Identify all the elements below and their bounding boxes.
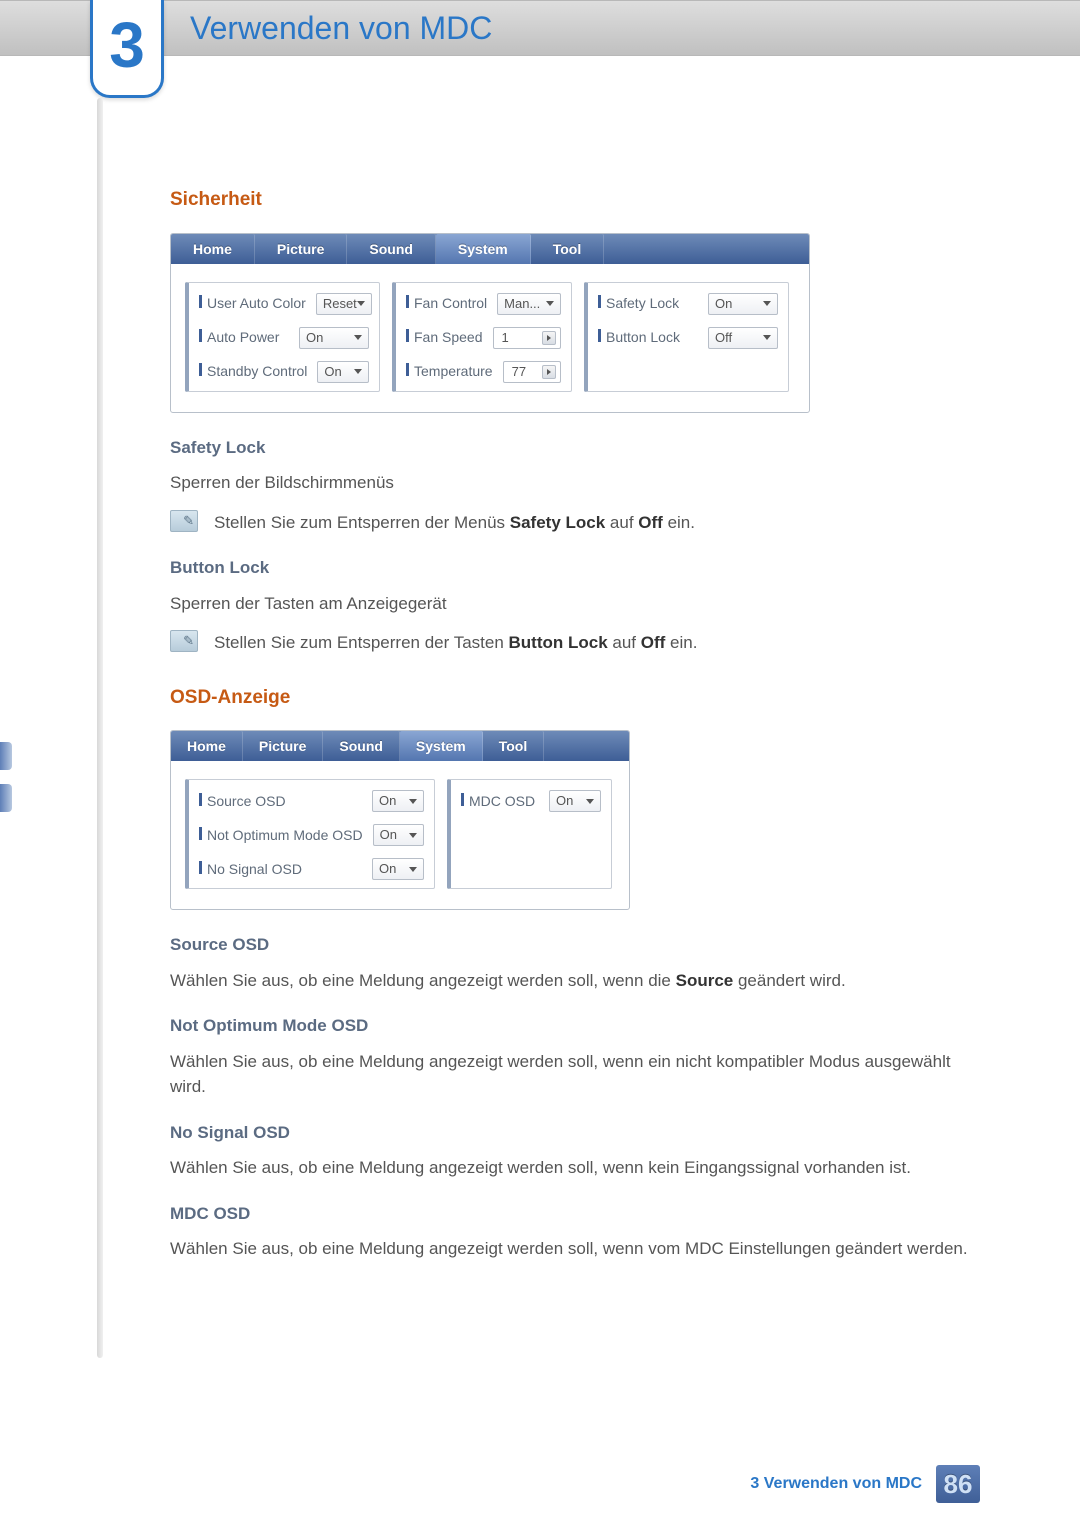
side-rule [97,98,103,1358]
field-fan-control: Fan Control Man... [406,293,561,315]
field-button-lock: Button Lock Off [598,327,778,349]
label-source-osd: Source OSD [199,791,362,812]
tab-picture[interactable]: Picture [255,234,347,264]
side-marker [0,784,12,812]
text-not-optimum: Wählen Sie aus, ob eine Meldung angezeig… [170,1049,980,1100]
side-marker [0,742,12,770]
tab-home[interactable]: Home [171,234,255,264]
chevron-down-icon [409,867,417,872]
label-no-signal-osd: No Signal OSD [199,859,362,880]
tab-system[interactable]: System [436,234,531,264]
label-user-auto-color: User Auto Color [199,293,306,314]
dropdown-safety-lock[interactable]: On [708,293,778,315]
tab-sound[interactable]: Sound [347,234,436,264]
group-osd-left: Source OSD On Not Optimum Mode OSD On No… [185,779,435,889]
chevron-down-icon [409,833,417,838]
chevron-down-icon [586,799,594,804]
field-mdc-osd: MDC OSD On [461,790,601,812]
field-fan-speed: Fan Speed 1 [406,327,561,349]
dropdown-mdc-osd[interactable]: On [549,790,601,812]
section-heading-osd: OSD-Anzeige [170,684,980,713]
chevron-down-icon [546,301,554,306]
content-area: Sicherheit Home Picture Sound System Too… [170,56,980,1262]
note-button-lock: ✎ Stellen Sie zum Entsperren der Tasten … [170,630,980,656]
chapter-number: 3 [109,13,145,77]
dropdown-standby-control[interactable]: On [317,361,369,383]
group-lock: Safety Lock On Button Lock Off [584,282,789,392]
label-mdc-osd: MDC OSD [461,791,539,812]
group-power: User Auto Color Reset Auto Power On Stan… [185,282,380,392]
section-heading-sicherheit: Sicherheit [170,186,980,215]
dropdown-no-signal-osd[interactable]: On [372,858,424,880]
footer-label: 3 Verwenden von MDC [750,1475,922,1493]
subheading-source-osd: Source OSD [170,932,980,958]
subheading-mdc-osd: MDC OSD [170,1201,980,1227]
tab-tool[interactable]: Tool [531,234,605,264]
subheading-no-signal: No Signal OSD [170,1120,980,1146]
label-fan-speed: Fan Speed [406,327,483,348]
chevron-down-icon [763,301,771,306]
note-icon: ✎ [170,630,198,652]
field-not-optimum-mode-osd: Not Optimum Mode OSD On [199,824,424,846]
dropdown-auto-power[interactable]: On [299,327,369,349]
panel-tabs: Home Picture Sound System Tool [171,234,809,264]
tab-sound[interactable]: Sound [323,731,400,761]
chevron-down-icon [763,335,771,340]
subheading-button-lock: Button Lock [170,555,980,581]
panel-body: Source OSD On Not Optimum Mode OSD On No… [171,761,629,909]
label-standby-control: Standby Control [199,361,307,382]
text-mdc-osd: Wählen Sie aus, ob eine Meldung angezeig… [170,1236,980,1262]
group-osd-right: MDC OSD On [447,779,612,889]
label-auto-power: Auto Power [199,327,289,348]
label-not-optimum-mode-osd: Not Optimum Mode OSD [199,825,363,846]
field-safety-lock: Safety Lock On [598,293,778,315]
field-standby-control: Standby Control On [199,361,369,383]
chapter-badge: 3 [90,0,164,98]
note-icon: ✎ [170,510,198,532]
chevron-down-icon [357,301,365,306]
text-safety-lock-desc: Sperren der Bildschirmmenüs [170,470,980,496]
dropdown-button-lock[interactable]: Off [708,327,778,349]
spinner-temperature[interactable]: 77 [503,361,561,383]
chevron-down-icon [354,369,362,374]
chevron-down-icon [409,799,417,804]
panel-sicherheit: Home Picture Sound System Tool User Auto… [170,233,810,413]
page-number-badge: 86 [936,1465,980,1503]
subheading-not-optimum: Not Optimum Mode OSD [170,1013,980,1039]
field-source-osd: Source OSD On [199,790,424,812]
label-button-lock: Button Lock [598,327,698,348]
dropdown-user-auto-color[interactable]: Reset [316,293,372,315]
chevron-down-icon [354,335,362,340]
tab-picture[interactable]: Picture [243,731,323,761]
text-button-lock-desc: Sperren der Tasten am Anzeigegerät [170,591,980,617]
group-fan: Fan Control Man... Fan Speed 1 Temperatu… [392,282,572,392]
panel-osd: Home Picture Sound System Tool Source OS… [170,730,630,910]
panel-body: User Auto Color Reset Auto Power On Stan… [171,264,809,412]
field-auto-power: Auto Power On [199,327,369,349]
label-fan-control: Fan Control [406,293,487,314]
subheading-safety-lock: Safety Lock [170,435,980,461]
footer: 3 Verwenden von MDC 86 [750,1465,980,1503]
note-text: Stellen Sie zum Entsperren der Menüs Saf… [214,510,980,536]
chevron-right-icon[interactable] [542,331,556,345]
chapter-title: Verwenden von MDC [190,10,492,47]
tab-home[interactable]: Home [171,731,243,761]
chevron-right-icon[interactable] [542,365,556,379]
tab-system[interactable]: System [400,731,483,761]
spinner-fan-speed[interactable]: 1 [493,327,562,349]
label-temperature: Temperature [406,361,493,382]
text-no-signal: Wählen Sie aus, ob eine Meldung angezeig… [170,1155,980,1181]
field-user-auto-color: User Auto Color Reset [199,293,369,315]
text-source-osd: Wählen Sie aus, ob eine Meldung angezeig… [170,968,980,994]
dropdown-fan-control[interactable]: Man... [497,293,561,315]
panel-tabs: Home Picture Sound System Tool [171,731,629,761]
note-safety-lock: ✎ Stellen Sie zum Entsperren der Menüs S… [170,510,980,536]
label-safety-lock: Safety Lock [598,293,698,314]
field-no-signal-osd: No Signal OSD On [199,858,424,880]
dropdown-source-osd[interactable]: On [372,790,424,812]
field-temperature: Temperature 77 [406,361,561,383]
tab-tool[interactable]: Tool [483,731,545,761]
note-text: Stellen Sie zum Entsperren der Tasten Bu… [214,630,980,656]
dropdown-not-optimum-mode-osd[interactable]: On [373,824,424,846]
